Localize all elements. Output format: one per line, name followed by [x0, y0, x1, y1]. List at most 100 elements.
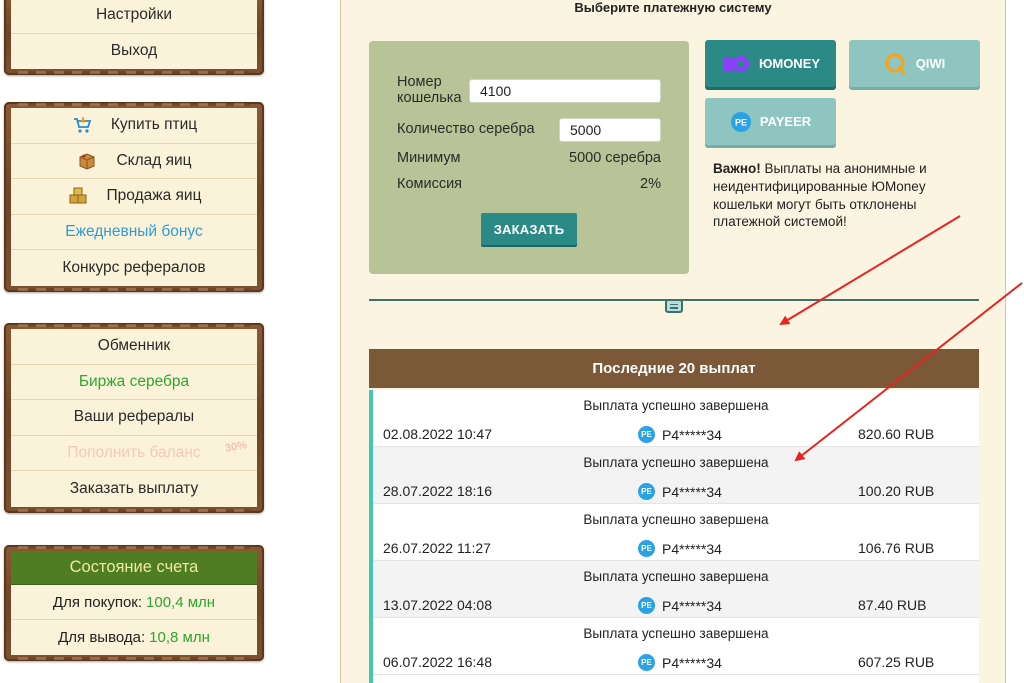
sidebar-box-finance-menu: Обменник Биржа серебра Ваши рефералы Поп…	[4, 323, 264, 513]
payout-wallet-number: P4*****34	[662, 426, 722, 443]
payout-status: Выплата успешно завершена	[583, 398, 769, 413]
sidebar-item-label: Обменник	[97, 337, 171, 355]
sidebar-item-egg-storage[interactable]: Склад яиц	[11, 143, 257, 179]
sidebar-item-top-up-balance[interactable]: Пополнить баланс 30%	[11, 435, 257, 471]
order-button[interactable]: ЗАКАЗАТЬ	[481, 213, 577, 245]
qiwi-logo-icon	[884, 52, 908, 76]
payout-wallet: PE P4*****34	[638, 426, 722, 443]
egg-box-icon	[76, 150, 98, 172]
sidebar-item-label: Выход	[110, 42, 158, 60]
minimum-value: 5000 серебра	[569, 150, 661, 166]
payout-amount: 100.20 RUB	[858, 483, 935, 499]
payout-panel: Выберите платежную систему Номер кошельк…	[340, 0, 1006, 683]
payout-date: 13.07.2022 04:08	[383, 597, 492, 613]
sidebar-item-label: Склад яиц	[116, 151, 192, 169]
payment-payeer-label: PAYEER	[759, 114, 812, 129]
payout-date: 28.07.2022 18:16	[383, 483, 492, 499]
payout-date: 06.07.2022 16:48	[383, 654, 492, 670]
sidebar-item-label: Заказать выплату	[69, 479, 199, 497]
payout-row: Выплата успешно завершена 13.07.2022 04:…	[373, 561, 979, 618]
fee-label: Комиссия	[397, 176, 463, 192]
payout-date: 02.08.2022 10:47	[383, 426, 492, 442]
balance-withdraw-value: 10,8 млн	[149, 629, 210, 646]
payout-date: 26.07.2022 11:27	[383, 540, 491, 556]
sidebar-item-buy-birds[interactable]: Купить птиц	[11, 108, 257, 144]
payout-status: Выплата успешно завершена	[583, 569, 769, 584]
wallet-number-input[interactable]	[469, 79, 661, 103]
sidebar-item-label: Ежедневный бонус	[65, 222, 203, 240]
fee-row: Комиссия 2%	[397, 171, 661, 197]
payout-row: Выплата успешно завершена 26.07.2022 11:…	[373, 504, 979, 561]
sidebar-item-daily-bonus[interactable]: Ежедневный бонус	[11, 214, 257, 250]
wallet-row: Номер кошелька	[397, 71, 661, 111]
sidebar-item-logout[interactable]: Выход	[11, 33, 257, 69]
sidebar-item-label: Биржа серебра	[78, 372, 190, 390]
payout-form: Номер кошелька Количество серебра Миниму…	[369, 41, 689, 274]
payeer-icon: PE	[638, 426, 655, 443]
cart-icon	[71, 114, 93, 136]
fee-value: 2%	[640, 176, 661, 192]
sidebar-box-farm-menu: Купить птиц Склад яиц Продажа яиц Ежедне…	[4, 102, 264, 292]
payout-wallet-number: P4*****34	[662, 654, 722, 671]
payout-status: Выплата успешно завершена	[583, 626, 769, 641]
payment-qiwi-button[interactable]: QIWI	[849, 40, 980, 87]
svg-text:PE: PE	[735, 117, 747, 127]
recent-payouts-list: Выплата успешно завершена 02.08.2022 10:…	[369, 390, 979, 683]
sidebar-item-sell-eggs[interactable]: Продажа яиц	[11, 179, 257, 215]
crates-icon	[67, 185, 89, 207]
payout-status: Выплата успешно завершена	[583, 455, 769, 470]
payout-wallet-number: P4*****34	[662, 483, 722, 500]
minimum-row: Минимум 5000 серебра	[397, 145, 661, 171]
sidebar-item-settings[interactable]: Настройки	[11, 0, 257, 34]
payout-amount: 820.60 RUB	[858, 426, 935, 442]
sidebar-item-label: Продажа яиц	[106, 187, 202, 205]
sidebar-box-account-menu: Настройки Выход	[4, 0, 264, 75]
payout-wallet: PE P4*****34	[638, 654, 722, 671]
sidebar-item-label: Настройки	[95, 6, 172, 24]
sidebar-item-label: Купить птиц	[110, 116, 198, 134]
balance-withdraw-row: Для вывода: 10,8 млн	[11, 620, 257, 655]
payout-warning: Важно! Выплаты на анонимные и неидентифи…	[713, 160, 963, 231]
payout-amount: 607.25 RUB	[858, 654, 935, 670]
balance-purchases-label: Для покупок:	[52, 593, 143, 611]
payout-amount: 87.40 RUB	[858, 597, 927, 613]
page: Настройки Выход Купить птиц Склад яиц Пр…	[0, 0, 1024, 683]
payeer-icon: PE	[638, 597, 655, 614]
payment-ymoney-label: ЮMONEY	[758, 56, 821, 71]
recent-payouts-title: Последние 20 выплат	[369, 349, 979, 388]
sidebar-item-label: Пополнить баланс	[67, 443, 201, 461]
minimum-label: Минимум	[397, 150, 461, 166]
payeer-logo-icon: PE	[730, 111, 752, 133]
ymoney-logo-icon	[721, 55, 751, 73]
payout-wallet: PE P4*****34	[638, 483, 722, 500]
silver-amount-input[interactable]	[559, 118, 661, 142]
sidebar-item-silver-exchange[interactable]: Биржа серебра	[11, 364, 257, 400]
silver-row: Количество серебра	[397, 115, 661, 145]
sidebar-item-label: Конкурс рефералов	[62, 258, 206, 276]
sidebar-item-order-payout[interactable]: Заказать выплату	[11, 471, 257, 507]
warning-label: Важно!	[713, 161, 761, 176]
payeer-icon: PE	[638, 483, 655, 500]
balance-purchases-value: 100,4 млн	[146, 593, 216, 611]
payment-ymoney-button[interactable]: ЮMONEY	[705, 40, 836, 87]
sidebar-item-exchanger[interactable]: Обменник	[11, 329, 257, 365]
payout-wallet: PE P4*****34	[638, 597, 722, 614]
payout-wallet-number: P4*****34	[662, 540, 722, 557]
choose-payment-title: Выберите платежную систему	[574, 0, 772, 15]
payout-amount: 106.76 RUB	[858, 540, 935, 556]
account-status-title: Состояние счета	[11, 551, 257, 585]
payment-qiwi-label: QIWI	[915, 56, 946, 71]
promo-badge: 30%	[224, 438, 248, 455]
sidebar-item-referral-contest[interactable]: Конкурс рефералов	[11, 250, 257, 286]
payout-row: Выплата успешно завершена 28.07.2022 18:…	[373, 447, 979, 504]
payment-payeer-button[interactable]: PE PAYEER	[705, 98, 836, 145]
payeer-icon: PE	[638, 654, 655, 671]
payout-status: Выплата успешно завершена	[583, 512, 769, 527]
sidebar-item-label: Ваши рефералы	[73, 408, 195, 426]
sidebar-item-your-referrals[interactable]: Ваши рефералы	[11, 400, 257, 436]
menu-toggle-icon[interactable]	[665, 299, 683, 313]
balance-purchases-row: Для покупок: 100,4 млн	[11, 585, 257, 620]
wallet-label: Номер кошелька	[397, 74, 462, 106]
payout-row: Выплата успешно завершена 02.08.2022 10:…	[373, 390, 979, 447]
balance-withdraw-label: Для вывода:	[58, 629, 146, 646]
